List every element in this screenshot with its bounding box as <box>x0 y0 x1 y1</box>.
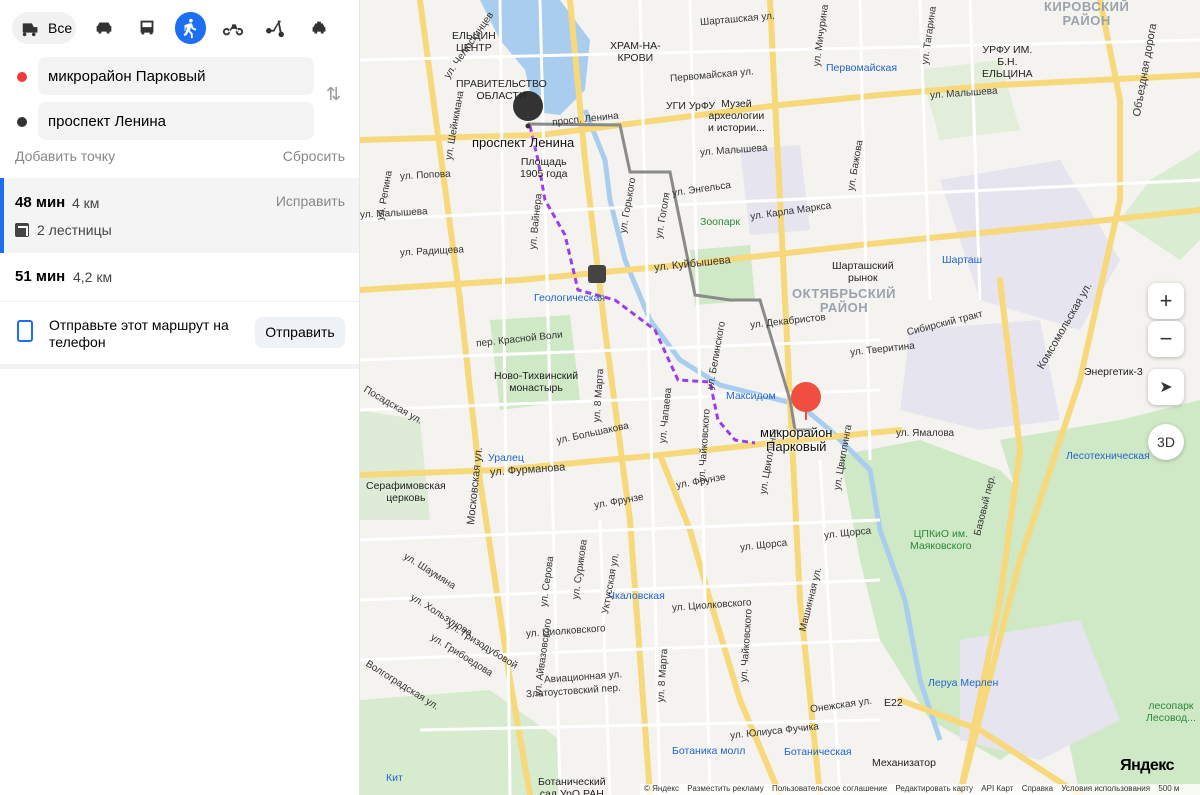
district-label-kirovsky: КИРОВСКИЙ РАЙОН <box>1044 0 1130 28</box>
from-point-row: микрорайон Парковый <box>0 57 360 97</box>
mode-all-button[interactable]: Все <box>12 12 77 44</box>
district-label-oktyabrsky: ОКТЯБРЬСКИЙ РАЙОН <box>792 286 897 315</box>
from-input[interactable]: микрорайон Парковый <box>38 57 314 95</box>
route-1-fix-link[interactable]: Исправить <box>276 193 345 209</box>
transport-modes: Все <box>0 0 359 56</box>
panel-divider <box>0 364 359 369</box>
poi-shartash-market[interactable]: Шарташский рынок <box>832 260 894 284</box>
car-icon <box>96 22 112 34</box>
poi-government[interactable]: ПРАВИТЕЛЬСТВО ОБЛАСТИ <box>456 78 547 102</box>
poi-lesotekhnicheskaya[interactable]: Лесотехническая <box>1066 450 1150 462</box>
footer-help-link[interactable]: Справка <box>1022 784 1053 793</box>
route-2-time: 51 мин <box>15 268 66 285</box>
poi-pervomayskaya[interactable]: Первомайская <box>826 62 897 74</box>
poi-mekhanizator[interactable]: Механизатор <box>872 757 936 769</box>
poi-tspkio[interactable]: ЦПКиО им. Маяковского <box>910 528 972 552</box>
scale-label: 500 м <box>1158 784 1180 793</box>
poi-urfu[interactable]: УРФУ ИМ. Б.Н. ЕЛЬЦИНА <box>982 44 1033 80</box>
origin-label[interactable]: микрорайон Парковый <box>760 426 832 454</box>
phone-icon <box>17 320 33 342</box>
send-to-phone: Отправьте этот маршрут на телефон Отправ… <box>0 302 359 364</box>
mode-car-button[interactable] <box>88 12 119 44</box>
to-point-row: проспект Ленина <box>0 102 360 142</box>
walk-icon <box>183 18 197 39</box>
poi-chkalovskaya[interactable]: Чкаловская <box>608 590 665 602</box>
poi-maksidom[interactable]: Максидом <box>726 390 776 402</box>
destination-label[interactable]: проспект Ленина <box>472 136 574 150</box>
route-1-time: 48 мин <box>15 194 66 211</box>
to-input[interactable]: проспект Ленина <box>38 102 314 140</box>
poi-uralets[interactable]: Уралец <box>488 452 524 464</box>
route-1-distance: 4 км <box>72 195 100 211</box>
swap-points-icon[interactable]: ⇅ <box>326 84 348 108</box>
poi-leroy-merlin[interactable]: Леруа Мерлен <box>928 677 998 689</box>
route-2-distance: 4,2 км <box>73 269 113 285</box>
poi-geologicheskaya[interactable]: Геологическая <box>534 292 605 304</box>
poi-kit[interactable]: Кит <box>386 772 403 784</box>
add-point-link[interactable]: Добавить точку <box>15 148 115 164</box>
route-panel: Все микрорайон Парковый проспект Ленина … <box>0 0 360 795</box>
mode-bike-button[interactable] <box>218 12 249 44</box>
route-option-1[interactable]: 48 мин 4 км Исправить 2 лестницы <box>0 178 359 253</box>
yandex-logo: Яндекс <box>1120 757 1174 774</box>
route-1-stairs-label: 2 лестницы <box>37 222 112 238</box>
poi-serafimovskaya[interactable]: Серафимовская церковь <box>366 480 446 504</box>
mode-scooter-button[interactable] <box>261 12 292 44</box>
send-to-phone-text: Отправьте этот маршрут на телефон <box>49 317 229 350</box>
all-transport-icon <box>22 23 38 37</box>
map-canvas[interactable]: КИРОВСКИЙ РАЙОН ОКТЯБРЬСКИЙ РАЙОН ЕЛЬЦИН ЦЕ… <box>360 0 1200 795</box>
footer-ads-link[interactable]: Разместить рекламу <box>687 784 763 793</box>
bus-icon <box>140 20 154 35</box>
footer-edit-map-link[interactable]: Редактировать карту <box>895 784 973 793</box>
poi-ploshchad-1905[interactable]: Площадь 1905 года <box>520 156 567 180</box>
route-1-stairs: 2 лестницы <box>15 222 112 238</box>
mode-bus-button[interactable] <box>131 12 162 44</box>
mode-all-label: Все <box>48 20 73 36</box>
location-icon[interactable]: ➤ <box>1148 369 1184 405</box>
footer-api-link[interactable]: API Карт <box>981 784 1013 793</box>
reset-link[interactable]: Сбросить <box>283 148 345 164</box>
poi-church-on-blood[interactable]: ХРАМ-НА- КРОВИ <box>610 40 661 64</box>
zoom-in-button[interactable]: + <box>1148 283 1184 319</box>
to-point-dot <box>17 117 27 127</box>
stairs-icon <box>15 223 29 237</box>
road-e22: E22 <box>884 697 903 709</box>
poi-botanicheskaya[interactable]: Ботаническая <box>784 746 852 758</box>
poi-museum[interactable]: Музей археологии и истории... <box>708 98 765 134</box>
from-point-dot <box>17 72 27 82</box>
mode-taxi-button[interactable] <box>304 12 335 44</box>
poi-lesopark[interactable]: лесопарк Лесовод... <box>1146 700 1196 724</box>
street-label: ул. Ямалова <box>896 428 955 439</box>
route-point-actions: Добавить точку Сбросить <box>15 148 345 168</box>
mode-walk-button[interactable] <box>174 12 206 44</box>
poi-novo-tikhvinsky[interactable]: Ново-Тихвинский монастырь <box>494 370 578 394</box>
poi-botanika-mall[interactable]: Ботаника молл <box>672 745 745 757</box>
scooter-icon <box>266 20 285 38</box>
footer-conditions-link[interactable]: Условия использования <box>1061 784 1150 793</box>
zoom-out-button[interactable]: − <box>1148 321 1184 357</box>
send-button[interactable]: Отправить <box>255 317 345 348</box>
bike-icon <box>223 24 244 36</box>
poi-shartash[interactable]: Шарташ <box>942 254 982 266</box>
poi-zoo[interactable]: Зоопарк <box>700 216 740 228</box>
3d-button[interactable]: 3D <box>1148 424 1184 460</box>
footer-terms-link[interactable]: Пользовательское соглашение <box>772 784 887 793</box>
poi-botanical-garden[interactable]: Ботанический сад УрО РАН <box>538 776 606 795</box>
footer-copyright: © Яндекс <box>644 784 680 793</box>
route-option-2[interactable]: 51 мин 4,2 км <box>0 253 359 302</box>
taxi-icon <box>313 21 326 34</box>
poi-energetik[interactable]: Энергетик-3 <box>1084 366 1143 378</box>
map-footer: © Яндекс Разместить рекламу Пользователь… <box>640 784 1200 795</box>
